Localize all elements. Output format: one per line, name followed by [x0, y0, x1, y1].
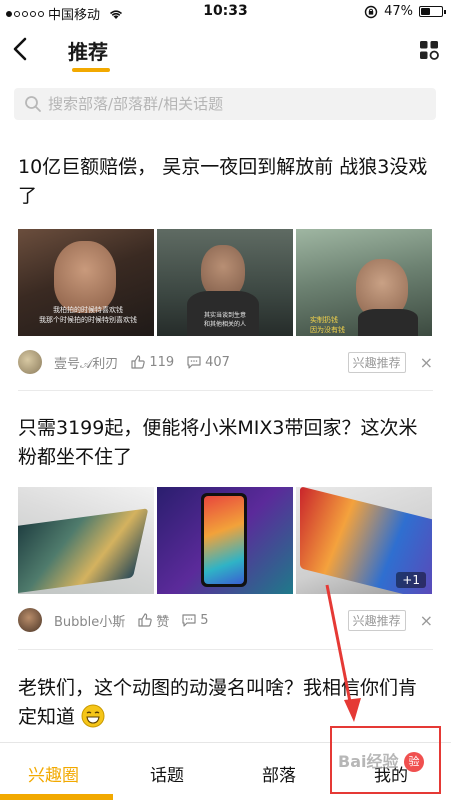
post-images[interactable]: +1	[18, 487, 432, 594]
post-title-text: 老铁们，这个动图的动漫名叫啥？我相信你们肯定知道	[18, 677, 418, 728]
post-image[interactable]	[18, 487, 154, 594]
dismiss-button[interactable]: ×	[420, 611, 433, 630]
back-arrow-icon[interactable]	[10, 36, 32, 62]
post-image[interactable]: +1	[296, 487, 432, 594]
like-count: 赞	[156, 614, 170, 630]
comment-count: 407	[205, 354, 230, 370]
author-name[interactable]: 壹号𝒜利刃	[54, 353, 118, 372]
post-image[interactable]: 其实当谈到生意 和其他相关的人	[157, 229, 293, 336]
dismiss-button[interactable]: ×	[420, 353, 433, 372]
status-bar: 中国移动 10:33 47%	[0, 0, 451, 24]
battery-percent: 47%	[384, 4, 413, 19]
search-input[interactable]	[48, 95, 436, 113]
interest-tag: 兴趣推荐	[347, 609, 406, 631]
post-image[interactable]: 我柏拍的时候特喜欢钱 我那个时候拍的时候特别喜欢钱	[18, 229, 154, 336]
status-right: 47%	[364, 4, 446, 19]
tab-topics[interactable]: 话题	[150, 761, 184, 786]
post-title[interactable]: 只需3199起，便能将小米MIX3带回家？这次米粉都坐不住了	[18, 414, 435, 472]
post-images[interactable]: 我柏拍的时候特喜欢钱 我那个时候拍的时候特别喜欢钱 其实当谈到生意 和其他相关的…	[18, 229, 432, 336]
grid-icon[interactable]	[419, 40, 439, 60]
thumbs-up-icon	[138, 613, 153, 627]
lock-rotation-icon	[364, 5, 378, 18]
post-meta: 壹号𝒜利刃 119 407 兴趣推荐 ×	[18, 349, 433, 375]
post-image[interactable]	[157, 487, 293, 594]
search-icon	[25, 96, 41, 112]
search-bar[interactable]	[14, 88, 436, 120]
battery-icon	[419, 6, 446, 17]
post-title[interactable]: 10亿巨额赔偿， 吴京一夜回到解放前 战狼3没戏了	[18, 153, 435, 211]
comment-stat[interactable]: 407	[186, 354, 230, 370]
title-underline	[72, 68, 110, 72]
like-count: 119	[149, 354, 175, 370]
like-stat[interactable]: 赞	[137, 611, 169, 630]
page-title: 推荐	[68, 40, 108, 64]
avatar[interactable]	[18, 350, 42, 374]
comment-icon	[182, 614, 196, 627]
thumbs-up-icon	[131, 355, 146, 369]
interest-tag: 兴趣推荐	[347, 351, 406, 373]
post-image[interactable]: 实制扔钱 因为没有钱	[296, 229, 432, 336]
active-tab-indicator	[0, 794, 113, 800]
comment-stat[interactable]: 5	[181, 612, 209, 628]
divider	[18, 390, 433, 391]
author-name[interactable]: Bubble小斯	[54, 611, 125, 630]
avatar[interactable]	[18, 608, 42, 632]
tab-tribes[interactable]: 部落	[262, 761, 296, 786]
comment-count: 5	[200, 612, 209, 628]
divider	[18, 649, 433, 650]
nav-bar: 推荐	[0, 24, 451, 76]
post-title[interactable]: 老铁们，这个动图的动漫名叫啥？我相信你们肯定知道	[18, 674, 435, 732]
like-stat[interactable]: 119	[130, 354, 174, 370]
watermark: Bai经验	[338, 752, 399, 771]
image-caption: 其实当谈到生意 和其他相关的人	[203, 312, 246, 328]
tab-interest-circle[interactable]: 兴趣圈	[28, 761, 79, 786]
comment-icon	[187, 356, 201, 369]
image-caption: 实制扔钱 因为没有钱	[310, 316, 345, 334]
image-caption: 我柏拍的时候特喜欢钱 我那个时候拍的时候特别喜欢钱	[39, 306, 137, 324]
image-count-badge: +1	[396, 572, 426, 588]
grinning-emoji-icon	[81, 704, 105, 728]
post-meta: Bubble小斯 赞 5 兴趣推荐 ×	[18, 607, 433, 633]
